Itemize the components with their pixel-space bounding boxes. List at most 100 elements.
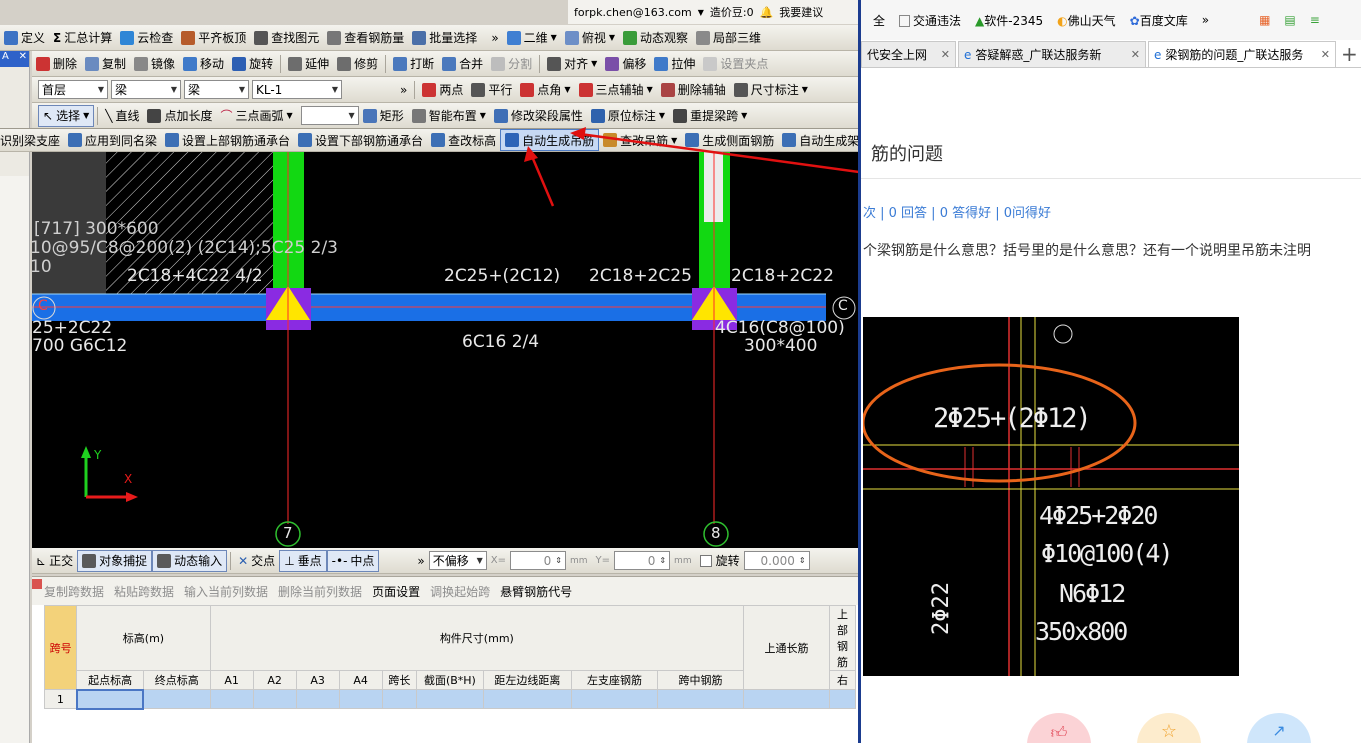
new-tab-button[interactable]: +	[1341, 42, 1358, 66]
delete-button[interactable]: 删除	[32, 53, 81, 75]
floor-select[interactable]: 首层 ▼	[38, 80, 108, 99]
view-rebar-qty-button[interactable]: 查看钢筋量	[323, 27, 408, 49]
object-snap-toggle[interactable]: 对象捕捉	[77, 549, 153, 572]
define-button[interactable]: 定义	[0, 27, 49, 49]
bookmark-software[interactable]: ▲软件-2345	[975, 12, 1043, 29]
identify-support-button[interactable]: 识别梁支座	[0, 129, 64, 151]
cloud-check-button[interactable]: 云检查	[116, 27, 177, 49]
delete-axis-button[interactable]: 删除辅轴	[657, 79, 730, 101]
local-3d-button[interactable]: 局部三维	[692, 27, 765, 49]
paste-span-data-button[interactable]: 粘贴跨数据	[114, 583, 174, 600]
auto-erection-rebar-button[interactable]: 自动生成架立筋	[778, 129, 858, 151]
tab-qa[interactable]: e 答疑解惑_广联达服务新 ✕	[958, 41, 1146, 67]
close-icon[interactable]: ✕	[1321, 48, 1330, 61]
move-button[interactable]: 移动	[179, 53, 228, 75]
select-button[interactable]: ↖ 选择 ▼	[38, 104, 95, 127]
swap-start-span-button[interactable]: 调换起始跨	[430, 583, 490, 600]
table-cell[interactable]	[743, 689, 831, 709]
bookmark-weather[interactable]: ◐佛山天气	[1057, 12, 1116, 29]
copy-span-data-button[interactable]: 复制跨数据	[44, 583, 104, 600]
rotate-button[interactable]: 旋转	[228, 53, 277, 75]
cantilever-rebar-code-button[interactable]: 悬臂钢筋代号	[500, 583, 572, 600]
mirror-button[interactable]: 镜像	[130, 53, 179, 75]
table-cell[interactable]	[482, 689, 572, 709]
element-type-select[interactable]: 梁 ▼	[111, 80, 181, 99]
y-coordinate-input[interactable]: 0 ⇕	[614, 551, 671, 570]
smart-layout-button[interactable]: 智能布置 ▼	[408, 105, 490, 127]
auto-hanger-button[interactable]: 自动生成吊筋	[500, 129, 600, 151]
merge-button[interactable]: 合并	[438, 53, 487, 75]
line-button[interactable]: ╲ 直线	[101, 105, 143, 127]
intersection-snap[interactable]: ✕ 交点	[234, 550, 279, 572]
more-overflow-icon[interactable]: »	[413, 550, 428, 572]
bell-icon[interactable]: 🔔	[760, 6, 774, 19]
perpendicular-snap[interactable]: ⊥ 垂点	[279, 549, 327, 572]
extend-button[interactable]: 延伸	[284, 53, 333, 75]
element-name-select[interactable]: KL-1 ▼	[252, 80, 342, 99]
set-grip-button[interactable]: 设置夹点	[699, 53, 772, 75]
ortho-toggle[interactable]: ⊾ 正交	[32, 550, 77, 572]
menu-icon[interactable]: ≡	[1310, 13, 1320, 27]
three-point-arc-button[interactable]: ⌒ 三点画弧 ▼	[217, 105, 297, 127]
favorite-button[interactable]: ☆	[1137, 713, 1201, 743]
x-coordinate-input[interactable]: 0 ⇕	[510, 551, 566, 570]
check-elevation-button[interactable]: 查改标高	[427, 129, 500, 151]
apply-same-beam-button[interactable]: 应用到同名梁	[64, 129, 161, 151]
summary-calc-button[interactable]: Σ 汇总计算	[49, 27, 116, 49]
table-cell[interactable]	[829, 689, 856, 709]
side-rebar-button[interactable]: 生成侧面钢筋	[681, 129, 778, 151]
tab-beam-rebar-question[interactable]: e 梁钢筋的问题_广联达服务 ✕	[1148, 41, 1336, 67]
table-cell[interactable]	[381, 689, 418, 709]
offset-select[interactable]: 不偏移 ▼	[428, 551, 487, 570]
close-icon[interactable]: ✕	[941, 48, 950, 61]
close-icon[interactable]: ✕	[19, 51, 27, 67]
break-button[interactable]: 打断	[389, 53, 438, 75]
more-overflow-icon[interactable]: »	[396, 79, 411, 101]
midpoint-snap[interactable]: -•- 中点	[326, 549, 380, 572]
question-image[interactable]: 2Φ25+(2Φ12) 4Φ25+2Φ20 Φ10@100(4) N6Φ12 3…	[863, 317, 1239, 676]
bottom-rebar-through-cap-button[interactable]: 设置下部钢筋通承台	[294, 129, 427, 151]
align-button[interactable]: 对齐 ▼	[543, 53, 601, 75]
element-subtype-select[interactable]: 梁 ▼	[184, 80, 249, 99]
batch-select-button[interactable]: 批量选择	[408, 27, 481, 49]
table-cell[interactable]	[416, 689, 484, 709]
cad-canvas[interactable]: [717] 300*600 10@95/C8@200(2) (2C14);5C2…	[32, 152, 858, 548]
input-column-data-button[interactable]: 输入当前列数据	[184, 583, 268, 600]
offset-button[interactable]: 偏移	[601, 53, 650, 75]
dimension-button[interactable]: 尺寸标注 ▼	[730, 79, 812, 101]
table-cell[interactable]	[295, 689, 340, 709]
find-element-button[interactable]: 查找图元	[250, 27, 323, 49]
close-icon[interactable]: ✕	[1131, 48, 1140, 61]
tab-safe-browsing[interactable]: 代安全上网 ✕	[861, 41, 956, 67]
dynamic-input-toggle[interactable]: 动态输入	[152, 549, 228, 572]
reextract-span-button[interactable]: 重提梁跨 ▼	[669, 105, 751, 127]
delete-column-data-button[interactable]: 删除当前列数据	[278, 583, 362, 600]
trim-button[interactable]: 修剪	[333, 53, 382, 75]
reader-icon[interactable]: ▤	[1284, 13, 1295, 27]
modify-beam-segment-button[interactable]: 修改梁段属性	[490, 105, 587, 127]
apps-icon[interactable]: ▦	[1259, 13, 1270, 27]
table-cell[interactable]	[209, 689, 254, 709]
like-button[interactable]: 👍︎	[1027, 713, 1091, 743]
view-direction-select[interactable]: 俯视 ▼	[561, 27, 619, 49]
copy-button[interactable]: 复制	[81, 53, 130, 75]
stretch-button[interactable]: 拉伸	[650, 53, 699, 75]
panel-close-icon[interactable]	[32, 579, 42, 589]
bookmark-baidu-wenku[interactable]: ✿百度文库	[1130, 12, 1188, 29]
bookmark-traffic[interactable]: 交通违法	[899, 12, 961, 29]
share-button[interactable]: ↗	[1247, 713, 1311, 743]
page-setup-button[interactable]: 页面设置	[372, 583, 420, 600]
more-overflow-icon[interactable]: »	[487, 27, 502, 49]
point-angle-button[interactable]: 点角 ▼	[516, 79, 574, 101]
flush-slab-button[interactable]: 平齐板顶	[177, 27, 250, 49]
nav-panel-header[interactable]: A ✕	[0, 51, 29, 67]
three-point-axis-button[interactable]: 三点辅轴 ▼	[575, 79, 657, 101]
bookmark-1[interactable]: 全	[873, 12, 885, 29]
rotate-checkbox[interactable]	[699, 554, 712, 567]
table-cell[interactable]	[75, 688, 145, 710]
parallel-button[interactable]: 平行	[467, 79, 516, 101]
top-rebar-through-cap-button[interactable]: 设置上部钢筋通承台	[161, 129, 294, 151]
table-cell[interactable]	[570, 689, 658, 709]
suggest-link[interactable]: 我要建议	[779, 4, 823, 20]
check-hanger-button[interactable]: 查改吊筋 ▼	[599, 129, 681, 151]
